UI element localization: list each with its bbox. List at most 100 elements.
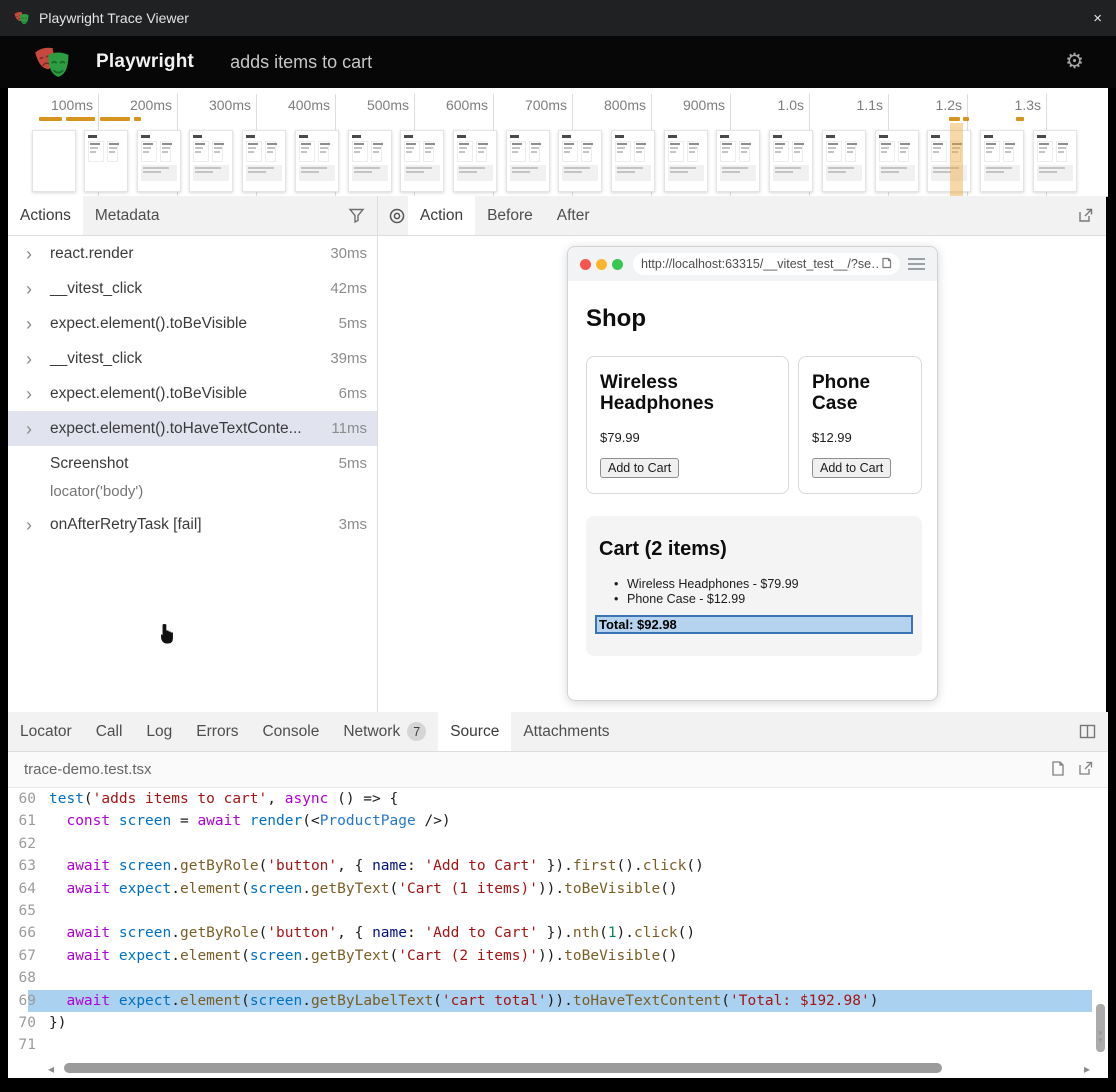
filmstrip-thumbnail[interactable] xyxy=(664,130,708,192)
filmstrip-thumbnail[interactable] xyxy=(453,130,497,192)
tab-before[interactable]: Before xyxy=(475,196,545,235)
product-price: $12.99 xyxy=(812,430,908,445)
code-line: 69 await expect.element(screen.getByLabe… xyxy=(8,990,1092,1012)
filmstrip-thumbnail[interactable] xyxy=(189,130,233,192)
network-count-badge: 7 xyxy=(407,722,426,741)
action-duration: 30ms xyxy=(330,245,377,262)
filmstrip-thumbnail[interactable] xyxy=(32,130,76,192)
action-row[interactable]: ›react.render30ms xyxy=(8,236,377,271)
mouse-cursor-icon xyxy=(156,624,175,646)
filmstrip-thumbnail[interactable] xyxy=(242,130,286,192)
filmstrip-thumbnail[interactable] xyxy=(611,130,655,192)
tab-network[interactable]: Network7 xyxy=(331,712,438,751)
action-row[interactable]: ›__vitest_click39ms xyxy=(8,341,377,376)
code-text: await expect.element(screen.getByText('C… xyxy=(36,945,678,967)
filmstrip-thumbnail[interactable] xyxy=(716,130,760,192)
cart-item: •Phone Case - $12.99 xyxy=(614,592,799,607)
split-view-icon[interactable] xyxy=(1079,723,1096,740)
bullet-icon: • xyxy=(614,592,627,607)
details-panel: LocatorCall Log ErrorsConsoleNetwork7 Sourc… xyxy=(8,712,1108,1078)
traffic-light-green-icon xyxy=(612,259,623,270)
filmstrip-thumbnail[interactable] xyxy=(400,130,444,192)
product-card: Phone Case$12.99Add to Cart xyxy=(798,356,922,494)
action-duration: 11ms xyxy=(331,420,377,437)
action-row[interactable]: ›__vitest_click42ms xyxy=(8,271,377,306)
gear-icon[interactable]: ⚙ xyxy=(1065,50,1084,74)
action-label: Screenshot xyxy=(50,455,128,473)
add-to-cart-button[interactable]: Add to Cart xyxy=(600,458,679,478)
filmstrip-thumbnail[interactable] xyxy=(506,130,550,192)
menu-icon[interactable] xyxy=(908,255,925,273)
filter-icon[interactable] xyxy=(348,207,365,224)
tab-metadata[interactable]: Metadata xyxy=(83,196,172,235)
cart-items: •Wireless Headphones - $79.99•Phone Case… xyxy=(614,577,799,606)
filmstrip-thumbnail[interactable] xyxy=(348,130,392,192)
snapshot-page: Shop Wireless Headphones$79.99Add to Car… xyxy=(568,281,937,700)
url-text: http://localhost:63315/__vitest_test__/?… xyxy=(641,257,879,271)
action-row[interactable]: ›expect.element().toBeVisible5ms xyxy=(8,306,377,341)
filmstrip-thumbnail[interactable] xyxy=(558,130,602,192)
url-bar[interactable]: http://localhost:63315/__vitest_test__/?… xyxy=(633,253,900,275)
code-text xyxy=(36,900,49,922)
code-text: await screen.getByRole('button', { name:… xyxy=(36,855,704,877)
vertical-scrollbar[interactable]: ▾▾ xyxy=(1095,788,1106,1044)
tab-errors[interactable]: Errors xyxy=(184,712,250,751)
tab-call[interactable]: Call xyxy=(84,712,135,751)
code-text: }) xyxy=(36,1012,66,1034)
close-icon[interactable]: × xyxy=(1093,10,1102,27)
tab-actions[interactable]: Actions xyxy=(8,196,83,235)
tab-attachments[interactable]: Attachments xyxy=(511,712,621,751)
chevron-right-icon: › xyxy=(26,516,50,534)
source-filename: trace-demo.test.tsx xyxy=(24,761,152,778)
timeline[interactable]: 100ms200ms300ms400ms500ms600ms700ms800ms… xyxy=(8,88,1108,197)
tab-action[interactable]: Action xyxy=(408,196,475,235)
filmstrip-thumbnail[interactable] xyxy=(769,130,813,192)
chevron-right-icon: › xyxy=(26,315,50,333)
filmstrip-thumbnail[interactable] xyxy=(822,130,866,192)
scroll-down-icon[interactable]: ▾▾ xyxy=(1095,1030,1106,1044)
browser-chrome: http://localhost:63315/__vitest_test__/?… xyxy=(568,247,937,281)
horizontal-scrollbar-thumb[interactable] xyxy=(64,1063,942,1073)
snapshot-panel: ActionBeforeAfter http://localhost:63315… xyxy=(378,196,1106,712)
filmstrip-thumbnail[interactable] xyxy=(84,130,128,192)
action-row[interactable]: ›onAfterRetryTask [fail]3ms xyxy=(8,507,377,542)
shop-heading: Shop xyxy=(586,305,646,333)
action-duration-bar xyxy=(66,117,95,121)
line-number: 66 xyxy=(8,922,36,944)
timeline-tick-label: 1.3s xyxy=(1015,97,1041,113)
tab-after[interactable]: After xyxy=(545,196,602,235)
action-row[interactable]: ›expect.element().toBeVisible6ms xyxy=(8,376,377,411)
tab-source[interactable]: Source xyxy=(438,712,511,751)
tab-locator[interactable]: Locator xyxy=(8,712,84,751)
chevron-right-icon: › xyxy=(26,350,50,368)
filmstrip-thumbnail[interactable] xyxy=(137,130,181,192)
filmstrip-thumbnail[interactable] xyxy=(1033,130,1077,192)
add-to-cart-button[interactable]: Add to Cart xyxy=(812,458,891,478)
filmstrip-thumbnail[interactable] xyxy=(875,130,919,192)
tab-log[interactable]: Log xyxy=(134,712,184,751)
horizontal-scrollbar[interactable]: ◂ ▸ xyxy=(48,1061,1090,1075)
action-row[interactable]: Screenshot 5ms xyxy=(8,446,377,481)
tab-console[interactable]: Console xyxy=(250,712,331,751)
actions-list: ›react.render30ms›__vitest_click42ms›exp… xyxy=(8,236,377,542)
scroll-right-icon[interactable]: ▸ xyxy=(1084,1062,1090,1076)
action-duration-bar xyxy=(1016,117,1024,121)
tab-label: Log xyxy=(146,723,172,741)
code-text xyxy=(36,967,49,989)
open-external-icon[interactable] xyxy=(1077,207,1094,224)
action-duration-bar xyxy=(134,117,141,121)
timeline-tick-label: 1.1s xyxy=(857,97,883,113)
action-label: react.render xyxy=(50,245,134,263)
filmstrip-thumbnail[interactable] xyxy=(980,130,1024,192)
copy-source-icon[interactable] xyxy=(1049,760,1065,778)
code-text: test('adds items to cart', async () => { xyxy=(36,788,398,810)
filmstrip-thumbnail[interactable] xyxy=(295,130,339,192)
open-source-external-icon[interactable] xyxy=(1077,760,1094,777)
scroll-left-icon[interactable]: ◂ xyxy=(48,1062,54,1076)
copy-url-icon[interactable] xyxy=(879,257,892,271)
source-code[interactable]: 60test('adds items to cart', async () =>… xyxy=(8,788,1092,1058)
chevron-right-icon: › xyxy=(26,420,50,438)
action-duration: 5ms xyxy=(339,455,377,472)
tab-label: Source xyxy=(450,723,499,741)
action-row[interactable]: ›expect.element().toHaveTextConte...11ms xyxy=(8,411,377,446)
